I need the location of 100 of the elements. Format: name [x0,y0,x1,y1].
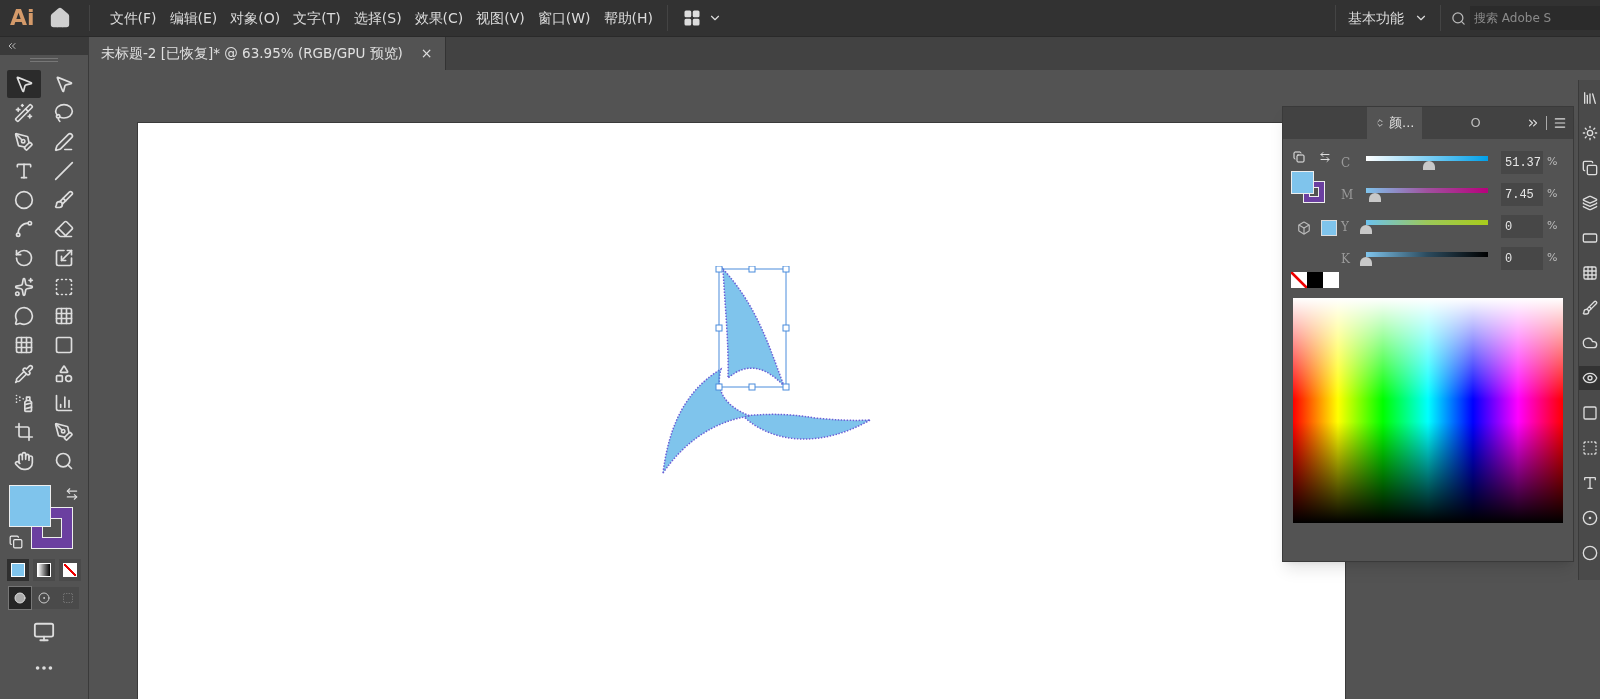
grid-icon [14,335,34,355]
dashed-square-icon [62,592,74,604]
channel-label: K [1341,250,1351,268]
none-swatch[interactable] [1291,272,1307,288]
menu-item[interactable]: 编辑(E) [163,7,224,29]
layout-icon [682,9,703,27]
rotate-icon [14,248,34,268]
fill-swatch[interactable] [1291,171,1314,194]
unit-label: % [1547,250,1558,267]
sun-icon [1581,125,1598,141]
slider-thumb[interactable] [1360,224,1372,234]
slider-thumb[interactable] [1422,160,1435,170]
crop-icon [14,422,34,442]
menu-item[interactable]: 文字(T) [287,7,347,29]
color-mode-button[interactable] [7,559,29,581]
panel-tab[interactable]: 颜... [1367,107,1423,139]
workspace-switcher[interactable]: 基本功能 [1336,7,1440,29]
home-icon[interactable] [48,7,71,29]
selection-box-icon [54,277,74,297]
library-icon [1581,90,1598,106]
sparkle-icon [14,277,34,297]
swatch[interactable] [1323,272,1339,288]
slider-track[interactable] [1363,154,1491,171]
slider-thumb[interactable] [1360,256,1372,266]
brush-icon [54,190,74,210]
up-down-icon [1375,118,1385,128]
slider-thumb[interactable] [1369,192,1382,202]
menu-item[interactable]: 帮助(H) [597,7,660,29]
swap-icon[interactable] [1319,151,1331,163]
line-icon [54,161,74,181]
fill-swatch[interactable] [9,485,51,527]
speech-bubble-icon [14,306,34,326]
grid-icon [1581,265,1598,281]
value-field[interactable]: 7.45 [1501,183,1543,206]
none-color-icon [63,563,77,577]
color-mode-button[interactable] [33,559,55,581]
dock-button[interactable] [1578,366,1600,390]
type-icon [14,161,34,181]
value-field[interactable]: 0 [1501,215,1543,238]
tool-button[interactable] [7,70,41,98]
scale-icon [54,248,74,268]
app-logo-icon: Ai [10,7,35,29]
cloud-icon [1581,335,1598,351]
swatch[interactable] [1307,272,1323,288]
document-tab[interactable]: 未标题-2 [已恢复]* @ 63.95% (RGB/GPU 预览) × [89,37,446,70]
menu-item[interactable]: 效果(C) [408,7,470,29]
copy-icon [1581,160,1598,176]
layers-icon [1581,195,1598,211]
search-field[interactable]: 搜索 Adobe S [1470,6,1600,30]
unit-label: % [1547,186,1558,203]
draw-mode-button[interactable] [9,587,31,609]
panel-menu-icon[interactable] [1553,116,1567,130]
magic-wand-icon [14,103,34,123]
channel-label: Y [1341,218,1350,236]
square-icon [1581,405,1598,421]
close-tab-button[interactable]: × [420,43,433,64]
bar-chart-icon [54,393,74,413]
value-field[interactable]: 51.37 [1501,151,1543,174]
web-safe-swatch[interactable] [1321,220,1337,236]
square-icon [54,335,74,355]
gradient-icon [37,563,51,577]
channel-label: C [1341,154,1352,172]
swap-icon[interactable] [65,487,79,501]
value-field[interactable]: 0 [1501,247,1543,270]
shapes-icon [54,364,74,384]
slider-track[interactable] [1363,218,1491,235]
menu-item[interactable]: 文件(F) [103,7,163,29]
cube-icon [1297,221,1311,235]
expand-icon[interactable] [1526,116,1540,130]
eyedropper-icon [14,364,34,384]
menu-item[interactable]: 视图(V) [470,7,531,29]
color-mode-button[interactable] [59,559,81,581]
unit-label: % [1547,218,1558,235]
slider-track[interactable] [1363,186,1491,203]
curve-icon [14,219,34,239]
screen-mode-icon[interactable] [31,621,57,643]
zoom-icon [54,451,74,471]
panel-tab[interactable]: O [1462,107,1489,139]
color-spectrum[interactable] [1293,298,1563,523]
menu-item[interactable]: 窗口(W) [531,7,597,29]
dashed-square-icon [1581,440,1598,456]
rectangle-icon [1581,230,1598,246]
lasso-icon [54,103,74,123]
circle-icon [38,592,50,604]
arrow-pointer-icon [14,74,34,94]
channel-label: M [1341,186,1355,204]
menu-item[interactable]: 选择(S) [347,7,408,29]
type-icon [1581,475,1598,491]
hand-icon [14,451,34,471]
ellipse-icon [14,190,34,210]
circle-icon [1581,545,1598,561]
collapse-icon[interactable] [6,40,18,52]
menu-item[interactable]: 对象(O) [224,7,287,29]
unit-label: % [1547,154,1558,171]
pen-icon [54,132,74,152]
eye-icon [1581,370,1598,386]
document-tab-title: 未标题-2 [已恢复]* @ 63.95% (RGB/GPU 预览) [101,44,403,64]
pen-nib-icon [14,132,34,152]
slider-track[interactable] [1363,250,1491,267]
spray-can-icon [14,393,34,413]
